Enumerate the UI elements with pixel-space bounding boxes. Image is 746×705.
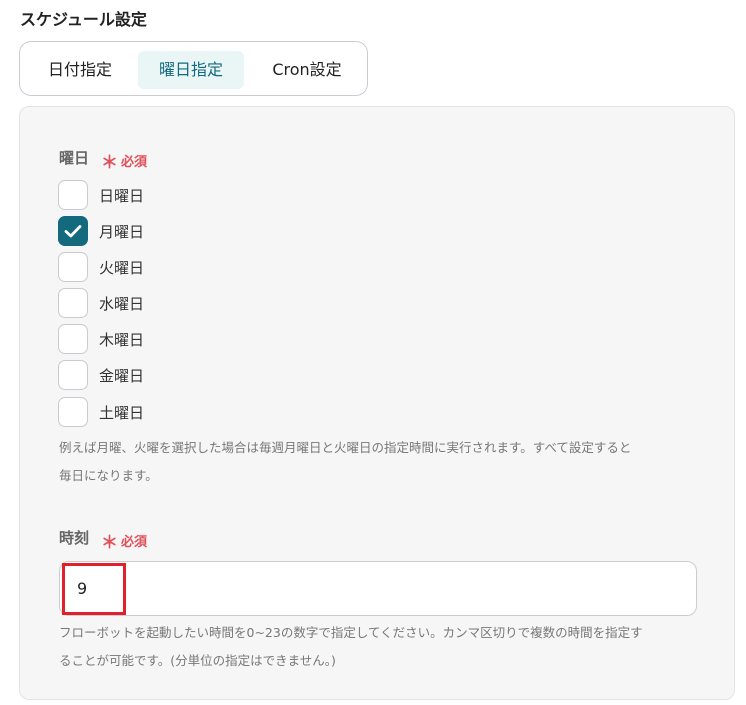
tab-cron[interactable]: Cron設定 — [256, 51, 358, 89]
weekday-option-label: 水曜日 — [99, 294, 145, 313]
schedule-type-tabs: 日付指定 曜日指定 Cron設定 — [19, 41, 368, 96]
weekday-checkbox[interactable] — [58, 397, 88, 427]
weekday-option-label: 土曜日 — [99, 403, 145, 422]
weekday-option[interactable]: 木曜日 — [58, 324, 144, 354]
settings-panel: 曜日 ＊必須 日曜日月曜日火曜日水曜日木曜日金曜日土曜日 例えば月曜、火曜を選択… — [19, 106, 735, 700]
weekday-label: 曜日 — [59, 149, 90, 167]
weekday-option-label: 日曜日 — [99, 186, 145, 205]
weekday-option-label: 火曜日 — [99, 258, 145, 277]
weekday-checkbox[interactable] — [58, 252, 88, 282]
section-title: スケジュール設定 — [20, 10, 147, 29]
weekday-checkbox[interactable] — [58, 216, 88, 246]
weekday-option-label: 金曜日 — [99, 366, 145, 385]
weekday-checkbox[interactable] — [58, 360, 88, 390]
weekday-option[interactable]: 土曜日 — [58, 397, 144, 427]
weekday-option[interactable]: 日曜日 — [58, 180, 144, 210]
weekday-checkbox[interactable] — [58, 324, 88, 354]
tab-date[interactable]: 日付指定 — [34, 51, 126, 89]
weekday-option-label: 月曜日 — [99, 222, 145, 241]
required-asterisk-icon: ＊ — [101, 153, 118, 173]
time-help-text: フローボットを起動したい時間を0~23の数字で指定してください。カンマ区切りで複… — [59, 625, 643, 668]
weekday-option[interactable]: 水曜日 — [58, 288, 144, 318]
weekday-checkbox[interactable] — [58, 288, 88, 318]
weekday-option[interactable]: 金曜日 — [58, 360, 144, 390]
required-asterisk-icon: ＊ — [101, 533, 118, 553]
weekday-required-badge: ＊必須 — [101, 153, 148, 173]
weekday-option-label: 木曜日 — [99, 330, 145, 349]
check-icon — [64, 225, 82, 238]
weekday-help-text: 例えば月曜、火曜を選択した場合は毎週月曜日と火曜日の指定時間に実行されます。すべ… — [59, 440, 632, 483]
time-required-badge: ＊必須 — [101, 533, 148, 553]
weekday-checkbox[interactable] — [58, 180, 88, 210]
weekday-option[interactable]: 月曜日 — [58, 216, 144, 246]
weekday-option[interactable]: 火曜日 — [58, 252, 144, 282]
time-input[interactable]: 9 — [59, 561, 697, 616]
time-label: 時刻 — [59, 529, 90, 547]
tab-weekday[interactable]: 曜日指定 — [138, 51, 244, 89]
